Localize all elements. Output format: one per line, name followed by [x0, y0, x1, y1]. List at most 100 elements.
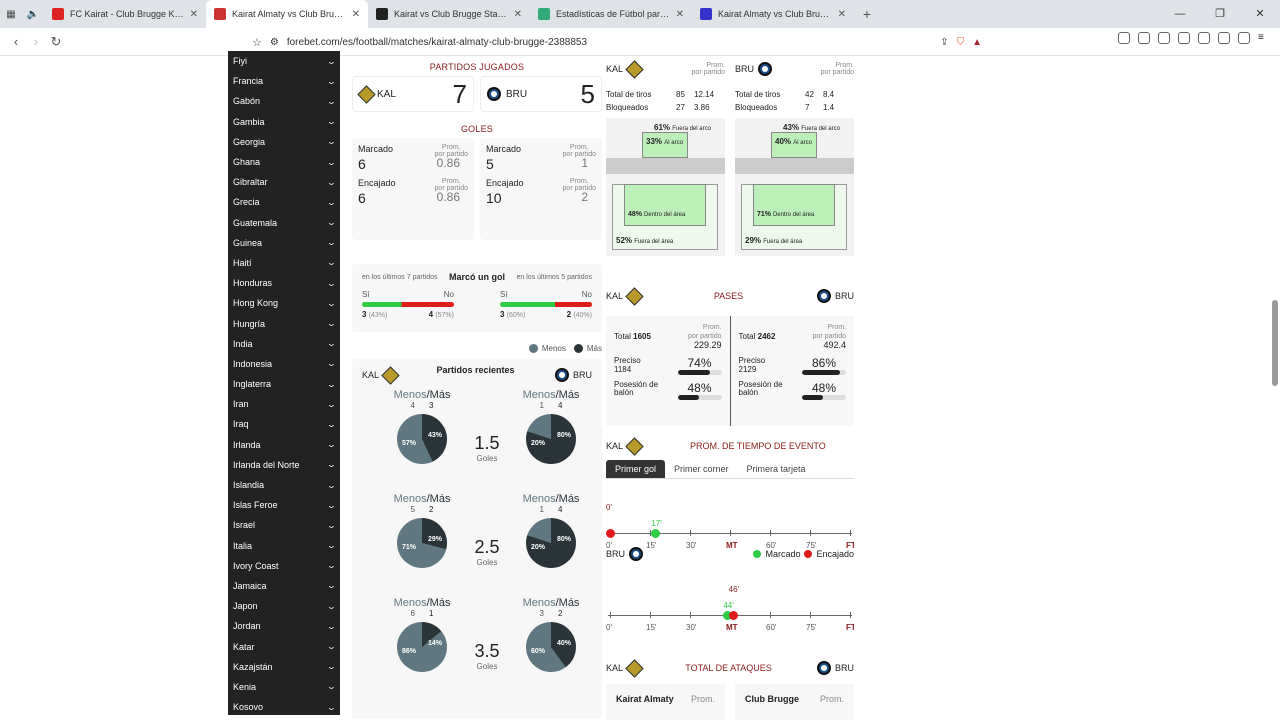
- brugge-badge-icon: [758, 62, 773, 76]
- wallet-icon[interactable]: [1198, 32, 1210, 44]
- share-icon[interactable]: ⇪: [940, 37, 948, 48]
- sidebar-country-item[interactable]: Kazajstán ⌄: [228, 657, 340, 677]
- team-name: Kairat Almaty: [616, 694, 674, 704]
- right-stats-column: KAL Prom. por partido Total de tiros 85 12.1…: [606, 56, 854, 720]
- event-tab[interactable]: Primer gol: [606, 460, 666, 478]
- sidebar-country-item[interactable]: Iraq ⌄: [228, 414, 340, 434]
- close-window-button[interactable]: ✕: [1240, 0, 1280, 28]
- sidebar-country-item[interactable]: Gabón ⌄: [228, 91, 340, 111]
- bookmark-icon[interactable]: ☆: [252, 36, 262, 49]
- played-home-card: KAL 7: [352, 76, 474, 112]
- chevron-down-icon: ⌄: [326, 218, 338, 228]
- browser-tab[interactable]: Kairat vs Club Brugge Stats, H2H, xG ✕: [368, 0, 530, 28]
- minimize-button[interactable]: —: [1160, 0, 1200, 28]
- sidebar-country-item[interactable]: Italia ⌄: [228, 536, 340, 556]
- sidebar-country-item[interactable]: Islandia ⌄: [228, 475, 340, 495]
- leo-icon[interactable]: [1218, 32, 1230, 44]
- close-tab-icon[interactable]: ✕: [838, 9, 846, 20]
- url-field[interactable]: ☆ ⚙ forebet.com/es/football/matches/kair…: [244, 31, 990, 53]
- close-tab-icon[interactable]: ✕: [676, 9, 684, 20]
- new-tab-button[interactable]: +: [854, 6, 880, 22]
- sidebar-country-item[interactable]: Islas Feroe ⌄: [228, 495, 340, 515]
- chevron-down-icon: ⌄: [326, 621, 338, 631]
- sidebar-country-item[interactable]: Iran ⌄: [228, 394, 340, 414]
- more-pct: 43%: [427, 432, 442, 439]
- browser-tab[interactable]: Kairat Almaty vs Club Brugge KV live ✕: [692, 0, 854, 28]
- country-label: Islandia: [233, 480, 265, 491]
- sidebar-country-item[interactable]: Francia ⌄: [228, 71, 340, 91]
- team-code: KAL: [377, 88, 396, 100]
- reload-icon[interactable]: ↻: [46, 34, 66, 50]
- vpn-icon[interactable]: [1238, 32, 1250, 44]
- close-tab-icon[interactable]: ✕: [514, 9, 522, 20]
- possession-pct: 48%: [687, 381, 712, 395]
- maximize-button[interactable]: ❐: [1200, 0, 1240, 28]
- sidebar-country-item[interactable]: Hong Kong ⌄: [228, 293, 340, 313]
- chevron-down-icon: ⌄: [326, 298, 338, 308]
- total-passes: 2462: [757, 332, 776, 341]
- team-code: BRU: [735, 64, 755, 74]
- sidebar-country-item[interactable]: Ivory Coast ⌄: [228, 556, 340, 576]
- back-icon[interactable]: ‹: [6, 34, 26, 49]
- event-tab[interactable]: Primera tarjeta: [738, 460, 815, 478]
- sidebar-country-item[interactable]: India ⌄: [228, 334, 340, 354]
- avg-label: Prom.: [441, 178, 461, 185]
- sidebar-country-item[interactable]: Kenia ⌄: [228, 677, 340, 697]
- sidebar-country-item[interactable]: Jordan ⌄: [228, 616, 340, 636]
- sidebar-icon[interactable]: [1178, 32, 1190, 44]
- sidebar-country-item[interactable]: Haití ⌄: [228, 253, 340, 273]
- more-legend-swatch: [573, 344, 583, 353]
- country-label: Jamaica: [233, 580, 267, 591]
- sidebar-country-item[interactable]: Ghana ⌄: [228, 152, 340, 172]
- timeline-tick: [810, 530, 811, 536]
- sidebar-country-item[interactable]: Guatemala ⌄: [228, 213, 340, 233]
- forward-icon[interactable]: ›: [26, 34, 46, 49]
- extension-icon[interactable]: [1118, 32, 1130, 44]
- sidebar-country-item[interactable]: Grecia ⌄: [228, 192, 340, 212]
- tab-title: Kairat vs Club Brugge Stats, H2H, xG: [394, 9, 508, 19]
- url-text: forebet.com/es/football/matches/kairat-a…: [286, 36, 587, 48]
- country-label: Gabón: [233, 96, 261, 107]
- music-icon[interactable]: [1158, 32, 1170, 44]
- avg-sub-label: por partido: [691, 69, 725, 76]
- browser-tab[interactable]: FC Kairat - Club Brugge KV Fútbol Cu ✕: [44, 0, 206, 28]
- rewards-icon[interactable]: ▲: [972, 37, 982, 48]
- sidebar-country-item[interactable]: Honduras ⌄: [228, 273, 340, 293]
- sidebar-country-item[interactable]: Kosovo ⌄: [228, 697, 340, 715]
- mute-icon[interactable]: 🔈: [22, 0, 44, 28]
- sidebar-country-item[interactable]: Fiyi ⌄: [228, 51, 340, 71]
- timeline-tick: [770, 530, 771, 536]
- sidebar-country-item[interactable]: Japon ⌄: [228, 596, 340, 616]
- sidebar-country-item[interactable]: Irlanda ⌄: [228, 435, 340, 455]
- close-tab-icon[interactable]: ✕: [190, 9, 198, 20]
- country-label: Gibraltar: [233, 177, 268, 188]
- chevron-down-icon: ⌄: [326, 601, 338, 611]
- sidebar-country-item[interactable]: Gibraltar ⌄: [228, 172, 340, 192]
- tab-actions-icon[interactable]: ▦: [0, 0, 22, 28]
- close-tab-icon[interactable]: ✕: [352, 9, 360, 20]
- sidebar-country-item[interactable]: Indonesia ⌄: [228, 354, 340, 374]
- sidebar-country-item[interactable]: Hungría ⌄: [228, 313, 340, 333]
- menu-icon[interactable]: ≡: [1258, 32, 1270, 44]
- sidebar-country-item[interactable]: Israel ⌄: [228, 515, 340, 535]
- sidebar-country-item[interactable]: Gambia ⌄: [228, 112, 340, 132]
- event-tab[interactable]: Primer corner: [665, 460, 738, 478]
- sidebar-country-item[interactable]: Katar ⌄: [228, 636, 340, 656]
- extension-icon[interactable]: [1138, 32, 1150, 44]
- sidebar-country-item[interactable]: Inglaterra ⌄: [228, 374, 340, 394]
- sidebar-country-item[interactable]: Jamaica ⌄: [228, 576, 340, 596]
- sidebar-country-item[interactable]: Georgia ⌄: [228, 132, 340, 152]
- browser-tab[interactable]: Kairat Almaty vs Club Brugge Pr ✕: [206, 0, 368, 28]
- site-info-icon[interactable]: ⚙: [270, 37, 279, 48]
- country-label: Francia: [233, 76, 264, 87]
- sidebar-country-item[interactable]: Irlanda del Norte ⌄: [228, 455, 340, 475]
- sidebar-country-item[interactable]: Guinea ⌄: [228, 233, 340, 253]
- chevron-down-icon: ⌄: [326, 662, 338, 672]
- brave-shield-icon[interactable]: ⛉: [957, 37, 965, 48]
- more-label: Más: [429, 389, 451, 401]
- accurate-label: Preciso: [738, 356, 766, 365]
- page-scrollbar[interactable]: [1272, 300, 1278, 386]
- timeline-tick: [650, 612, 651, 618]
- passes-card: Total 1605 Prom. por partido 229.29 Preciso…: [606, 316, 854, 426]
- browser-tab[interactable]: Estadísticas de Fútbol para Apuestas ✕: [530, 0, 692, 28]
